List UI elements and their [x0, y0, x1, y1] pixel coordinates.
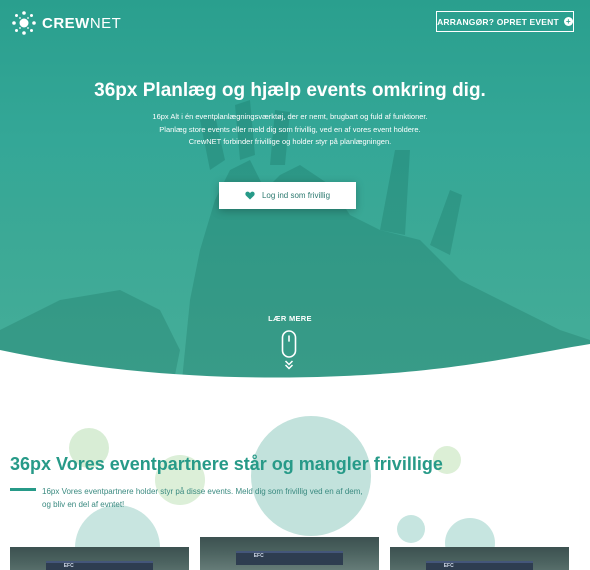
hero-description-line: Planlæg store events eller meld dig som …	[159, 124, 421, 134]
crewnet-dots-logo-icon	[12, 11, 36, 35]
create-event-label: ARRANGØR? OPRET EVENT	[437, 16, 559, 27]
learn-more-label[interactable]: LÆR MERE	[240, 314, 340, 323]
event-card-tent-label: EFC	[253, 553, 264, 559]
event-card-tent-label: EFC	[443, 563, 454, 569]
partners-title: 36px Vores eventpartnere står og mangler…	[10, 454, 443, 474]
heart-icon	[245, 191, 255, 200]
event-card-tent-label: EFC	[63, 563, 74, 569]
partners-description-line: og bliv en del af evntet!	[42, 500, 125, 509]
partners-description: 16px Vores eventpartnere holder styr på …	[42, 485, 402, 511]
login-volunteer-label: Log ind som frivillig	[261, 191, 331, 200]
login-volunteer-button[interactable]: Log ind som frivillig	[219, 182, 356, 209]
logo-text: CREWNET	[42, 14, 122, 32]
page: CREWNET ARRANGØR? OPRET EVENT + 36px Pla…	[0, 0, 590, 570]
event-card[interactable]: EFC	[10, 547, 189, 570]
event-card[interactable]: EFC	[200, 537, 379, 570]
crewnet-logo[interactable]: CREWNET	[10, 9, 121, 37]
section-accent-line	[10, 488, 36, 491]
hero-wave-divider	[0, 344, 590, 400]
hero-description: 16px Alt i én eventplanlægningsværktøj, …	[95, 111, 485, 149]
hero-description-line: 16px Alt i én eventplanlægningsværktøj, …	[152, 112, 428, 121]
event-card-image	[45, 561, 154, 570]
hero-section: CREWNET ARRANGØR? OPRET EVENT + 36px Pla…	[0, 0, 590, 400]
hero-description-line: CrewNET forbinder frivillige og holder s…	[188, 137, 392, 146]
decorative-bubble	[397, 515, 425, 543]
partners-description-line: 16px Vores eventpartnere holder styr på …	[42, 487, 363, 496]
event-card[interactable]: EFC	[390, 547, 569, 570]
decorative-bubble	[251, 416, 371, 536]
event-card-image	[235, 551, 344, 565]
plus-circle-icon: +	[563, 17, 573, 26]
event-card-image	[425, 561, 534, 570]
hero-title: 36px Planlæg og hjælp events omkring dig…	[94, 80, 486, 101]
create-event-button[interactable]: ARRANGØR? OPRET EVENT +	[436, 11, 574, 32]
